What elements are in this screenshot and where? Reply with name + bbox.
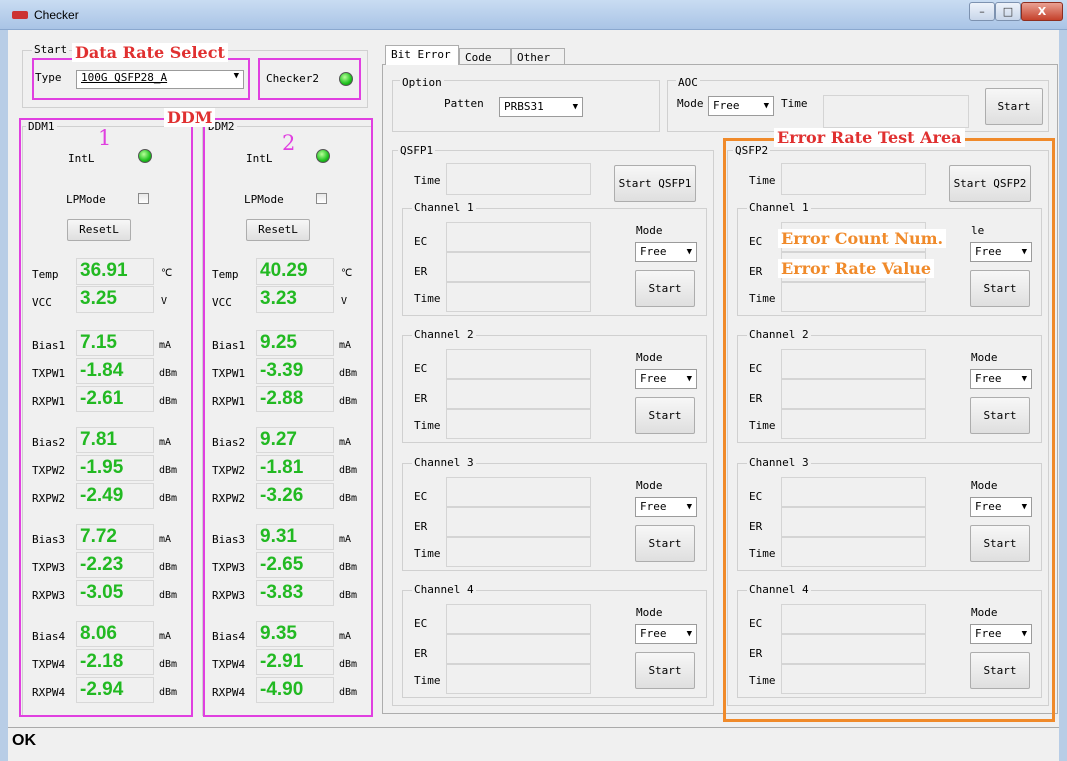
qsfp1-channel3-ec-field[interactable] bbox=[446, 477, 591, 507]
qsfp1-channel2-time-label: Time bbox=[414, 419, 441, 432]
qsfp1-channel1-ec-field[interactable] bbox=[446, 222, 591, 252]
chevron-down-icon: ▼ bbox=[686, 247, 692, 257]
qsfp1-channel4-time-field[interactable] bbox=[446, 664, 591, 694]
qsfp1-channel1-label: Channel 1 bbox=[412, 201, 476, 214]
annotation-box-ddm2 bbox=[203, 118, 373, 717]
qsfp1-channel4-mode-label: Mode bbox=[636, 606, 663, 619]
qsfp1-channel4-label: Channel 4 bbox=[412, 583, 476, 596]
aoc-mode-select-value: Free bbox=[713, 99, 740, 112]
qsfp1-channel3-mode-value: Free bbox=[640, 500, 667, 513]
qsfp1-channel2-start-button[interactable]: Start bbox=[635, 397, 695, 434]
aoc-mode-select[interactable]: Free ▼ bbox=[708, 96, 774, 116]
aoc-mode-label: Mode bbox=[677, 97, 704, 110]
qsfp1-channel2-er-label: ER bbox=[414, 392, 428, 405]
title-bar bbox=[0, 0, 1067, 30]
qsfp1-channel3-start-button[interactable]: Start bbox=[635, 525, 695, 562]
window-title: Checker bbox=[34, 8, 79, 22]
qsfp1-channel3-mode-label: Mode bbox=[636, 479, 663, 492]
qsfp1-channel2-ec-field[interactable] bbox=[446, 349, 591, 379]
qsfp1-group-label: QSFP1 bbox=[398, 144, 436, 157]
qsfp1-channel3-mode-select[interactable]: Free ▼ bbox=[635, 497, 697, 517]
maximize-button[interactable]: □ bbox=[995, 2, 1021, 21]
qsfp1-channel2-label: Channel 2 bbox=[412, 328, 476, 341]
qsfp1-channel4-time-label: Time bbox=[414, 674, 441, 687]
qsfp1-channel4-er-label: ER bbox=[414, 647, 428, 660]
tab-bit-error[interactable]: Bit Error bbox=[385, 45, 459, 65]
status-bar: OK bbox=[8, 727, 1059, 753]
annotation-box-checker2 bbox=[258, 58, 361, 100]
qsfp1-channel2-ec-label: EC bbox=[414, 362, 428, 375]
pattern-select-value: PRBS31 bbox=[504, 100, 544, 113]
qsfp1-channel4-mode-value: Free bbox=[640, 627, 667, 640]
qsfp1-channel1-ec-label: EC bbox=[414, 235, 428, 248]
annotation-box-ddm1 bbox=[19, 118, 193, 717]
qsfp1-channel1-mode-label: Mode bbox=[636, 224, 663, 237]
qsfp1-channel3-er-field[interactable] bbox=[446, 507, 591, 537]
aoc-time-label: Time bbox=[781, 97, 808, 110]
qsfp1-channel2-mode-label: Mode bbox=[636, 351, 663, 364]
chevron-down-icon: ▼ bbox=[686, 502, 692, 512]
close-button[interactable]: X bbox=[1021, 2, 1063, 21]
qsfp1-channel1-mode-value: Free bbox=[640, 245, 667, 258]
qsfp1-channel3-ec-label: EC bbox=[414, 490, 428, 503]
qsfp1-channel2-mode-value: Free bbox=[640, 372, 667, 385]
qsfp1-channel3-label: Channel 3 bbox=[412, 456, 476, 469]
qsfp1-channel1-er-label: ER bbox=[414, 265, 428, 278]
qsfp1-channel2-er-field[interactable] bbox=[446, 379, 591, 409]
annotation-error-rate: Error Rate Value bbox=[778, 259, 935, 278]
qsfp1-channel1-time-label: Time bbox=[414, 292, 441, 305]
qsfp1-channel2-mode-select[interactable]: Free ▼ bbox=[635, 369, 697, 389]
qsfp1-channel3-er-label: ER bbox=[414, 520, 428, 533]
qsfp1-channel4-mode-select[interactable]: Free ▼ bbox=[635, 624, 697, 644]
chevron-down-icon: ▼ bbox=[686, 374, 692, 384]
chevron-down-icon: ▼ bbox=[572, 102, 578, 112]
qsfp1-channel3-time-field[interactable] bbox=[446, 537, 591, 567]
qsfp1-channel4-start-button[interactable]: Start bbox=[635, 652, 695, 689]
qsfp1-channel2-time-field[interactable] bbox=[446, 409, 591, 439]
tab-code[interactable]: Code bbox=[459, 48, 511, 65]
qsfp1-time-label: Time bbox=[414, 174, 441, 187]
annotation-box-data-rate bbox=[32, 58, 250, 100]
qsfp1-channel3-time-label: Time bbox=[414, 547, 441, 560]
annotation-error-area: Error Rate Test Area bbox=[774, 128, 965, 147]
chevron-down-icon: ▼ bbox=[763, 101, 769, 111]
aoc-start-button[interactable]: Start bbox=[985, 88, 1043, 125]
minimize-button[interactable]: – bbox=[969, 2, 995, 21]
qsfp1-channel4-er-field[interactable] bbox=[446, 634, 591, 664]
qsfp1-channel4-ec-field[interactable] bbox=[446, 604, 591, 634]
start-group-label: Start bbox=[32, 43, 70, 56]
qsfp1-channel1-mode-select[interactable]: Free ▼ bbox=[635, 242, 697, 262]
aoc-time-field[interactable] bbox=[823, 95, 969, 128]
option-group-label: Option bbox=[400, 76, 444, 89]
qsfp1-channel4-ec-label: EC bbox=[414, 617, 428, 630]
qsfp1-time-field[interactable] bbox=[446, 163, 591, 195]
annotation-error-count: Error Count Num. bbox=[778, 229, 947, 248]
pattern-label: Patten bbox=[444, 97, 484, 110]
annotation-ddm: DDM bbox=[164, 108, 216, 127]
pattern-select[interactable]: PRBS31 ▼ bbox=[499, 97, 583, 117]
annotation-num-2: 2 bbox=[282, 131, 296, 155]
annotation-data-rate: Data Rate Select bbox=[72, 43, 228, 62]
tab-other[interactable]: Other bbox=[511, 48, 565, 65]
app-icon bbox=[12, 11, 28, 19]
qsfp1-channel1-time-field[interactable] bbox=[446, 282, 591, 312]
qsfp1-channel1-er-field[interactable] bbox=[446, 252, 591, 282]
annotation-num-1: 1 bbox=[98, 126, 112, 150]
qsfp1-channel1-start-button[interactable]: Start bbox=[635, 270, 695, 307]
annotation-box-error-area bbox=[723, 138, 1055, 722]
aoc-group-label: AOC bbox=[676, 76, 700, 89]
chevron-down-icon: ▼ bbox=[686, 629, 692, 639]
qsfp1-start-button[interactable]: Start QSFP1 bbox=[614, 165, 696, 202]
